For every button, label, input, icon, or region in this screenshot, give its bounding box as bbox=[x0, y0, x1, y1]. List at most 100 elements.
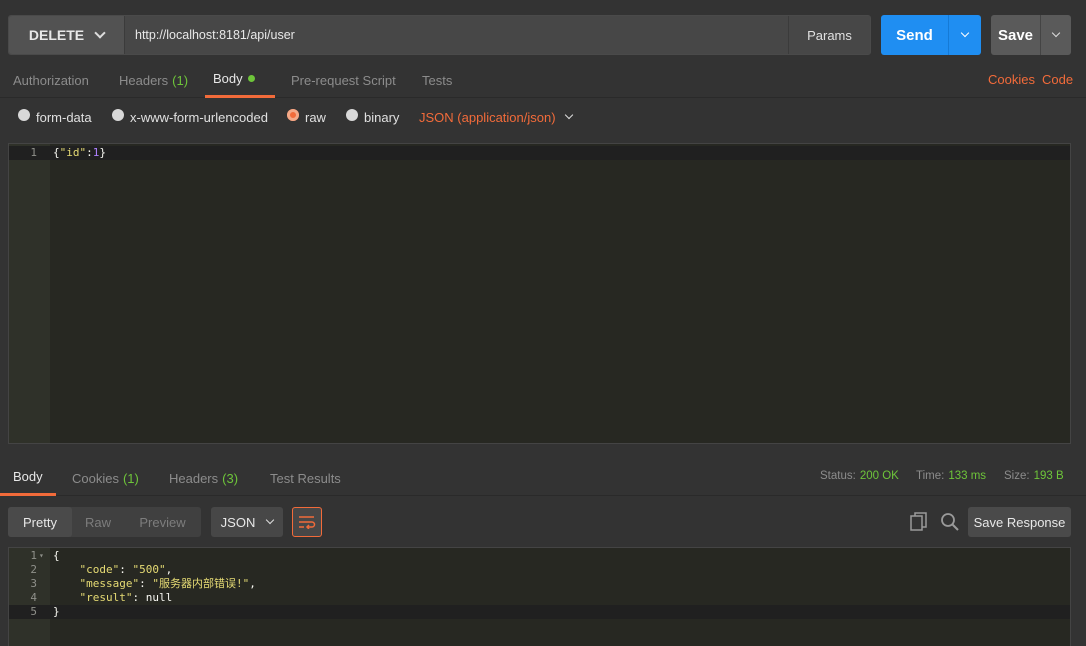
tab-label: Cookies bbox=[72, 470, 119, 486]
tab-headers[interactable]: Headers (1) bbox=[111, 62, 196, 98]
status-value: 200 OK bbox=[859, 470, 899, 482]
tab-label: Test Results bbox=[270, 470, 341, 486]
content-type-select[interactable]: JSON (application/json) bbox=[419, 103, 573, 131]
json-value: "500" bbox=[132, 563, 166, 576]
code-line: 1 {"id":1} bbox=[9, 146, 1070, 160]
tab-body[interactable]: Body bbox=[205, 62, 275, 98]
radio-circle-selected bbox=[287, 109, 299, 121]
time-label: Time: bbox=[916, 470, 945, 482]
tab-response-body[interactable]: Body bbox=[0, 460, 56, 496]
chevron-down-icon bbox=[266, 515, 275, 525]
code-line: 4 "result": null bbox=[9, 591, 1070, 605]
tab-label: Body bbox=[13, 469, 43, 484]
brace: { bbox=[53, 146, 60, 159]
tab-tests[interactable]: Tests bbox=[414, 62, 460, 98]
response-actions bbox=[910, 512, 960, 532]
radio-label: raw bbox=[305, 109, 326, 125]
json-value: null bbox=[145, 591, 173, 604]
json-key: "code" bbox=[79, 563, 120, 576]
radio-binary[interactable]: binary bbox=[346, 103, 399, 131]
line-number: 3 bbox=[30, 577, 37, 590]
json-key: "message" bbox=[79, 577, 140, 590]
status-label: Status: bbox=[820, 470, 856, 482]
save-response-button[interactable]: Save Response bbox=[968, 507, 1071, 537]
line-number: 1 bbox=[30, 549, 37, 562]
json-key: "result" bbox=[79, 591, 133, 604]
chevron-down-icon bbox=[564, 110, 573, 120]
save-dropdown[interactable] bbox=[1041, 15, 1071, 55]
radio-form-data[interactable]: form-data bbox=[18, 103, 92, 131]
wrap-icon bbox=[299, 516, 316, 529]
tab-label: Tests bbox=[422, 72, 453, 88]
cookies-link[interactable]: Cookies bbox=[988, 72, 1035, 87]
search-icon[interactable] bbox=[940, 512, 960, 532]
wrap-lines-button[interactable] bbox=[292, 507, 322, 537]
code-text: } bbox=[53, 605, 60, 618]
raw-button[interactable]: Raw bbox=[72, 507, 124, 537]
url-input[interactable]: http://localhost:8181/api/user bbox=[125, 16, 788, 54]
format-select[interactable]: JSON bbox=[211, 507, 283, 537]
pretty-button[interactable]: Pretty bbox=[8, 507, 72, 537]
content-type-label: JSON (application/json) bbox=[419, 109, 556, 125]
tab-label: Authorization bbox=[13, 72, 89, 88]
code-line: 2 "code": "500", bbox=[9, 563, 1070, 577]
radio-label: form-data bbox=[36, 109, 92, 125]
code-text: "code": "500", bbox=[79, 563, 173, 576]
method-select[interactable]: DELETE bbox=[9, 16, 125, 54]
size-value: 193 B bbox=[1033, 470, 1064, 482]
tab-label: Body bbox=[213, 71, 243, 86]
code-text: { bbox=[53, 549, 60, 562]
line-number: 2 bbox=[30, 563, 37, 576]
headers-count: (1) bbox=[172, 72, 189, 88]
request-body-editor[interactable]: 1 {"id":1} bbox=[8, 143, 1071, 444]
colon: : bbox=[86, 146, 93, 159]
size-readout: Size: 193 B bbox=[1004, 470, 1064, 482]
json-key: "id" bbox=[59, 146, 87, 159]
line-number: 1 bbox=[30, 146, 37, 159]
fold-arrow-icon[interactable]: ▾ bbox=[39, 549, 44, 563]
code-text: "message": "服务器内部错误!", bbox=[79, 577, 256, 590]
line-number: 5 bbox=[30, 605, 37, 618]
method-label: DELETE bbox=[28, 27, 85, 43]
chevron-down-icon bbox=[94, 27, 106, 39]
format-label: JSON bbox=[220, 514, 256, 530]
status-readout: Status: 200 OK bbox=[820, 470, 899, 482]
time-value: 133 ms bbox=[948, 470, 987, 482]
send-button[interactable]: Send bbox=[881, 15, 949, 55]
tab-prerequest-script[interactable]: Pre-request Script bbox=[283, 62, 404, 98]
response-tabs: Body Cookies (1) Headers (3) Test Result… bbox=[0, 460, 1086, 496]
view-mode-segment: Pretty Raw Preview bbox=[8, 507, 201, 537]
tab-response-cookies[interactable]: Cookies (1) bbox=[64, 460, 147, 496]
tab-test-results[interactable]: Test Results bbox=[262, 460, 349, 496]
radio-label: x-www-form-urlencoded bbox=[130, 109, 268, 125]
headers-count: (3) bbox=[222, 470, 239, 486]
request-bar: DELETE http://localhost:8181/api/user Pa… bbox=[8, 15, 871, 55]
tab-response-headers[interactable]: Headers (3) bbox=[161, 460, 246, 496]
tab-authorization[interactable]: Authorization bbox=[5, 62, 97, 98]
copy-icon[interactable] bbox=[910, 512, 928, 532]
brace: } bbox=[99, 146, 106, 159]
json-value: "服务器内部错误!" bbox=[152, 577, 250, 590]
tab-label: Headers bbox=[169, 470, 219, 486]
body-type-selector: form-data x-www-form-urlencoded raw bina… bbox=[0, 103, 1086, 131]
code-text: "result": null bbox=[79, 591, 173, 604]
radio-circle bbox=[346, 109, 358, 121]
send-dropdown[interactable] bbox=[949, 15, 981, 55]
code-line: 3 "message": "服务器内部错误!", bbox=[9, 577, 1070, 591]
line-number: 4 bbox=[30, 591, 37, 604]
code-line: 1 ▾ { bbox=[9, 549, 1070, 563]
code-link[interactable]: Code bbox=[1042, 72, 1073, 87]
radio-label: binary bbox=[364, 109, 400, 125]
preview-button[interactable]: Preview bbox=[124, 507, 201, 537]
chevron-down-icon bbox=[960, 28, 970, 38]
cookies-count: (1) bbox=[122, 470, 139, 486]
size-label: Size: bbox=[1004, 470, 1030, 482]
response-body-viewer[interactable]: 1 ▾ { 2 "code": "500", 3 "message": "服务器… bbox=[8, 547, 1071, 646]
radio-urlencoded[interactable]: x-www-form-urlencoded bbox=[112, 103, 268, 131]
code-line: 5 } bbox=[9, 605, 1070, 619]
params-button[interactable]: Params bbox=[788, 16, 870, 54]
save-button[interactable]: Save bbox=[991, 15, 1041, 55]
body-indicator-dot bbox=[247, 75, 255, 82]
radio-raw[interactable]: raw bbox=[287, 103, 326, 131]
chevron-down-icon bbox=[1051, 28, 1061, 38]
